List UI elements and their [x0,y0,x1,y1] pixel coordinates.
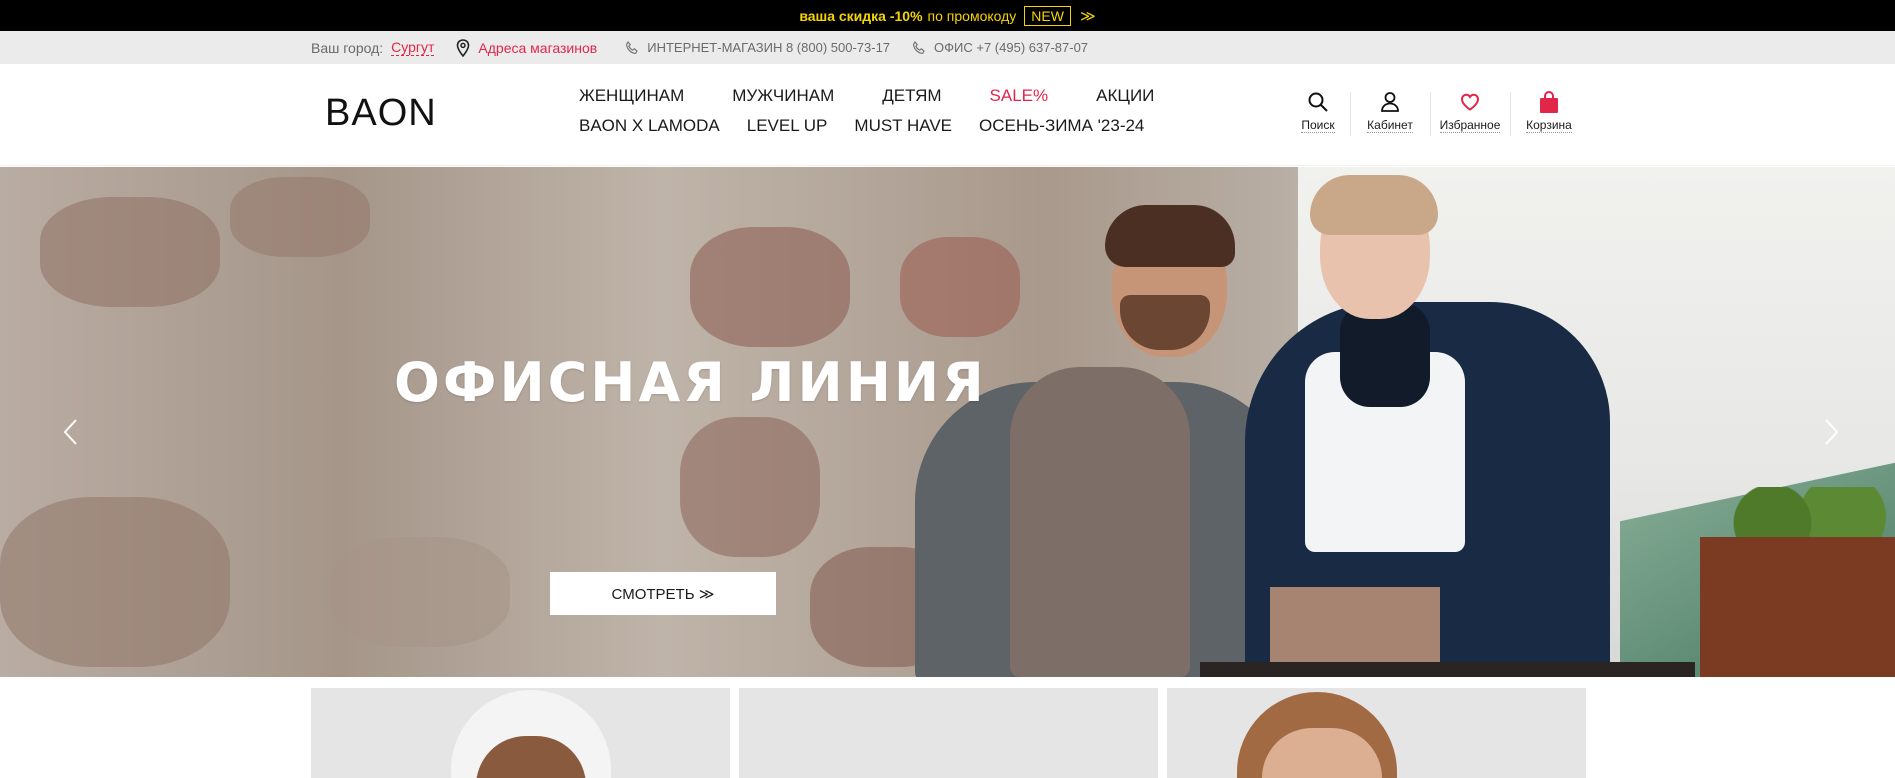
search-icon [1307,90,1329,114]
chevron-right-icon [1825,419,1839,445]
wall-stone [900,237,1020,337]
city-selector[interactable]: Сургут [391,39,435,56]
favorites-label: Избранное [1439,118,1501,133]
wall-stone [230,177,370,257]
nav-promotions[interactable]: АКЦИИ [1096,86,1154,106]
shopping-bag-icon [1538,90,1560,114]
store-addresses-link[interactable]: Адреса магазинов [478,40,597,56]
cart-label: Корзина [1526,118,1572,133]
wall-stone [0,497,230,667]
promo-code-label: по промокоду [927,7,1017,24]
category-card[interactable] [1167,688,1586,778]
location-pin-icon [456,38,470,57]
hero-view-button[interactable]: СМОТРЕТЬ ≫ [550,572,776,615]
promo-discount-text: ваша скидка -10% [799,7,923,24]
phone-icon [912,40,926,55]
info-bar: Ваш город: Сургут Адреса магазинов ИНТЕР… [0,31,1895,64]
search-button[interactable]: Поиск [1286,90,1350,140]
nav-kids[interactable]: ДЕТЯМ [882,86,941,106]
favorites-button[interactable]: Избранное [1430,90,1510,140]
main-nav-row-1: ЖЕНЩИНАМ МУЖЧИНАМ ДЕТЯМ SALE% АКЦИИ [579,86,1154,106]
nav-autumn-winter[interactable]: ОСЕНЬ-ЗИМА '23-24 [979,116,1144,136]
man-sweater [1010,367,1190,677]
bench [1200,662,1695,677]
main-nav-row-2: BAON X LAMODA LEVEL UP MUST HAVE ОСЕНЬ-З… [579,116,1144,136]
promo-bar[interactable]: ваша скидка -10% по промокоду NEW ≫ [0,0,1895,31]
wall-stone [690,227,850,347]
chevron-left-icon [63,419,77,445]
man-hair [1105,205,1235,267]
account-label: Кабинет [1367,118,1413,133]
city-label: Ваш город: [311,39,384,56]
user-icon [1380,90,1400,114]
site-header: BAON ЖЕНЩИНАМ МУЖЧИНАМ ДЕТЯМ SALE% АКЦИИ… [0,64,1895,166]
category-cards [311,688,1586,778]
hero-title: ОФИСНАЯ ЛИНИЯ [394,351,987,414]
office-phone[interactable]: ОФИС +7 (495) 637-87-07 [934,40,1088,55]
baon-logo[interactable]: BAON [325,92,437,135]
promo-code: NEW [1024,5,1071,26]
search-label: Поиск [1301,118,1335,133]
category-card[interactable] [739,688,1158,778]
wall-stone [40,197,220,307]
category-card[interactable] [311,688,730,778]
cart-button[interactable]: Корзина [1510,90,1588,140]
nav-men[interactable]: МУЖЧИНАМ [732,86,834,106]
nav-level-up[interactable]: LEVEL UP [747,116,828,136]
account-button[interactable]: Кабинет [1350,90,1430,140]
nav-women[interactable]: ЖЕНЩИНАМ [579,86,684,106]
carousel-prev-arrow[interactable] [60,417,80,447]
woman-hair [1310,175,1438,235]
promo-arrow-icon: ≫ [1079,7,1096,25]
nav-must-have[interactable]: MUST HAVE [854,116,952,136]
online-shop-phone[interactable]: ИНТЕРНЕТ-МАГАЗИН 8 (800) 500-73-17 [647,40,890,55]
phone-icon [625,40,639,55]
wall-stone [680,417,820,557]
nav-sale[interactable]: SALE% [990,86,1049,106]
heart-icon [1460,90,1480,114]
planter-box [1700,537,1895,677]
header-tools: Поиск Кабинет Избранное Корзина [1286,90,1588,140]
hero-banner[interactable]: ОФИСНАЯ ЛИНИЯ СМОТРЕТЬ ≫ [0,167,1895,677]
carousel-next-arrow[interactable] [1822,417,1842,447]
nav-baon-x-lamoda[interactable]: BAON X LAMODA [579,116,720,136]
wall-stone [330,537,510,647]
